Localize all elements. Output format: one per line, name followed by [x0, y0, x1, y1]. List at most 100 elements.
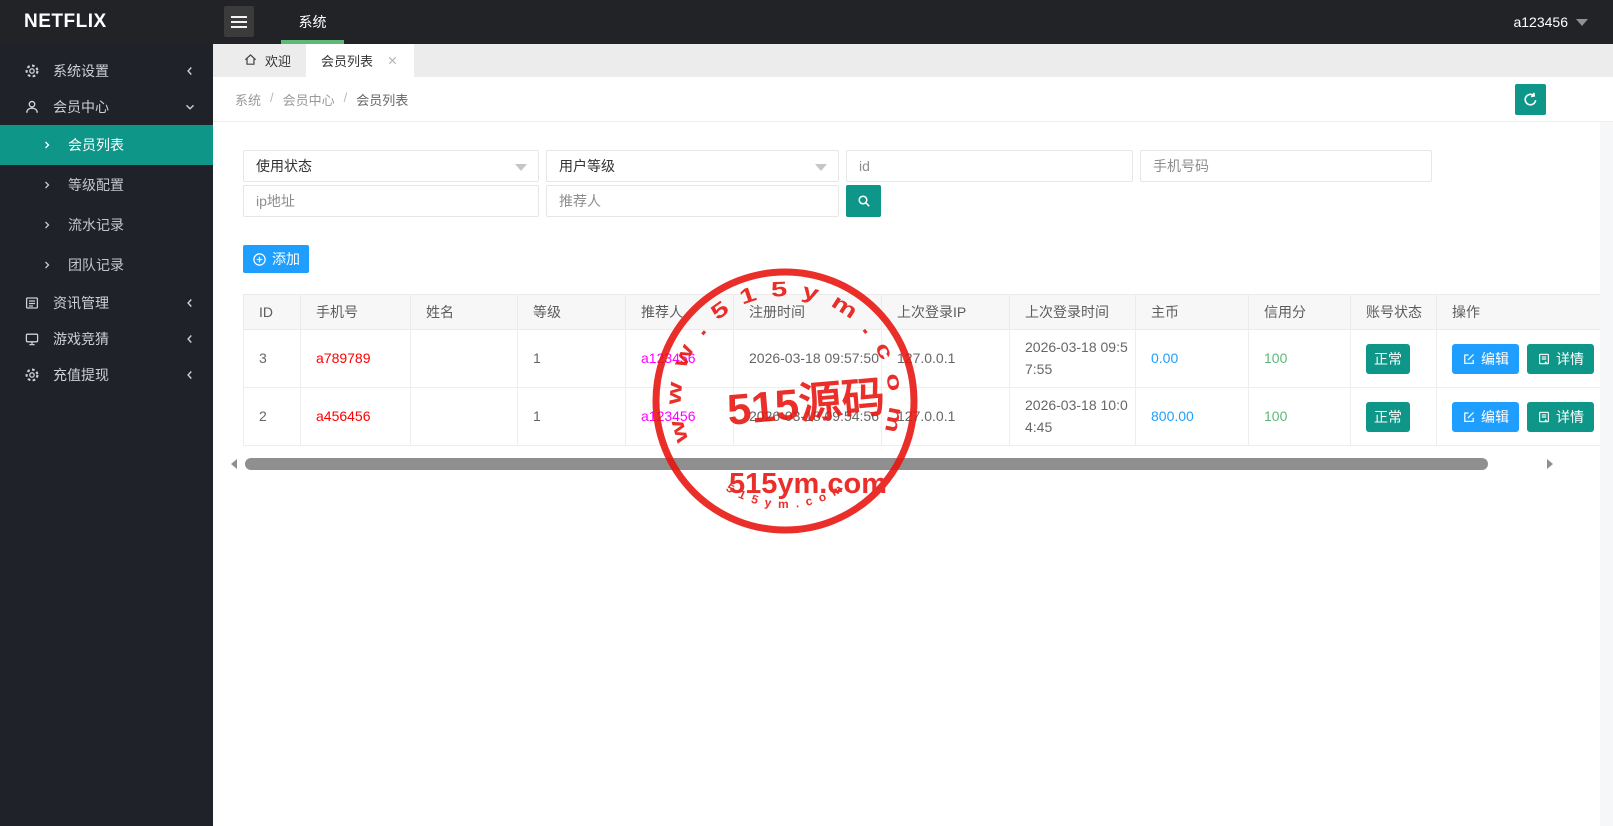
select-value: 使用状态 [256, 158, 312, 174]
sidebar-item-game-betting[interactable]: 游戏竞猜 [0, 321, 213, 357]
app-logo: NETFLIX [24, 11, 107, 32]
tab-bar: 欢迎 会员列表 [213, 44, 1613, 77]
scroll-right-arrow[interactable] [1547, 459, 1553, 469]
cell-referrer: a123456 [625, 387, 734, 446]
right-gutter [1600, 122, 1613, 826]
close-icon[interactable] [386, 54, 399, 67]
column-header-4: 推荐人 [625, 294, 734, 330]
cell-last_time: 2026-03-18 10:04:45 [1009, 387, 1136, 446]
tab-label: 会员列表 [321, 54, 374, 69]
hamburger-menu-button[interactable] [224, 6, 254, 37]
detail-button[interactable]: 详情 [1527, 401, 1594, 432]
cell-level: 1 [517, 387, 626, 446]
tab-welcome[interactable]: 欢迎 [228, 44, 306, 77]
monitor-icon [24, 331, 40, 347]
sidebar-item-flow-records[interactable]: 流水记录 [0, 205, 213, 245]
sidebar-item-member-list[interactable]: 会员列表 [0, 125, 213, 165]
scrollbar-thumb[interactable] [245, 458, 1488, 470]
user-menu[interactable]: a123456 [1513, 0, 1588, 44]
cell-coin: 800.00 [1135, 387, 1249, 446]
sidebar: 系统设置会员中心会员列表等级配置流水记录团队记录资讯管理游戏竞猜充值提现 [0, 44, 213, 826]
topnav-item-system[interactable]: 系统 [281, 0, 344, 44]
breadcrumb-item-current: 会员列表 [356, 92, 409, 108]
cell-status: 正常 [1350, 329, 1437, 388]
column-header-3: 等级 [517, 294, 626, 330]
sidebar-subitem-label: 团队记录 [68, 257, 124, 273]
sidebar-item-member-center[interactable]: 会员中心 [0, 89, 213, 125]
cell-name [410, 329, 518, 388]
breadcrumb-separator: / [270, 89, 274, 105]
sidebar-item-label: 系统设置 [53, 63, 109, 79]
chevron-left-icon [183, 296, 197, 313]
chevron-right-icon [41, 179, 53, 191]
column-header-8: 主币 [1135, 294, 1249, 330]
sidebar-item-label: 游戏竞猜 [53, 331, 109, 347]
cell-credit: 100 [1248, 329, 1351, 388]
add-button[interactable]: 添加 [243, 245, 309, 273]
column-header-5: 注册时间 [733, 294, 882, 330]
tab-member-list[interactable]: 会员列表 [306, 44, 415, 77]
cell-name [410, 387, 518, 446]
active-nav-underline [281, 40, 344, 44]
edit-button[interactable]: 编辑 [1452, 401, 1519, 432]
sidebar-item-system-settings[interactable]: 系统设置 [0, 53, 213, 89]
edit-square-icon [1462, 352, 1476, 366]
column-header-2: 姓名 [410, 294, 518, 330]
ip-input[interactable] [243, 185, 539, 217]
member-table: ID 手机号 姓名 等级 推荐人 注册时间 上次登录IP 上次登录时间 主币 信用分 账号状态 操作 3… [243, 294, 1600, 446]
refresh-icon [1522, 91, 1539, 108]
table-row: 3 a789789 1 a123456 2026-03-18 09:57:50 127.0… [243, 329, 1600, 388]
status-badge[interactable]: 正常 [1366, 343, 1410, 374]
scroll-left-arrow[interactable] [231, 459, 237, 469]
chevron-down-icon [183, 100, 197, 117]
magnifier-icon [856, 193, 872, 209]
chevron-left-icon [183, 64, 197, 81]
cell-coin: 0.00 [1135, 329, 1249, 388]
edit-button[interactable]: 编辑 [1452, 343, 1519, 374]
document-icon [1537, 352, 1551, 366]
column-header-1: 手机号 [300, 294, 411, 330]
plus-circle-icon [252, 252, 267, 267]
column-header-7: 上次登录时间 [1009, 294, 1136, 330]
sidebar-item-label: 资讯管理 [53, 295, 109, 311]
breadcrumb-item[interactable]: 会员中心 [283, 90, 335, 109]
home-icon [243, 52, 258, 70]
content-panel: 使用状态 用户等级 添加 [213, 150, 1613, 471]
cell-status: 正常 [1350, 387, 1437, 446]
top-header: NETFLIX 系统 a123456 [0, 0, 1613, 44]
search-button[interactable] [846, 185, 881, 217]
id-input[interactable] [846, 150, 1133, 182]
chevron-right-icon [41, 259, 53, 271]
phone-input[interactable] [1140, 150, 1432, 182]
breadcrumb-item[interactable]: 系统 [235, 90, 261, 109]
status-select[interactable]: 使用状态 [243, 150, 539, 182]
status-badge[interactable]: 正常 [1366, 401, 1410, 432]
topnav-label: 系统 [298, 14, 327, 30]
column-header-11: 操作 [1436, 294, 1600, 330]
refresh-button[interactable] [1515, 84, 1546, 115]
cell-reg_time: 2026-03-18 09:54:56 [733, 387, 882, 446]
chevron-left-icon [183, 332, 197, 349]
sidebar-item-recharge-withdraw[interactable]: 充值提现 [0, 357, 213, 393]
select-value: 用户等级 [559, 158, 615, 174]
sidebar-subitem-label: 会员列表 [68, 137, 124, 153]
username: a123456 [1513, 14, 1568, 30]
cell-actions: 编辑 详情 [1436, 387, 1600, 446]
main-area: 欢迎 会员列表 系统 / 会员中心 / 会员列表 使用状态 用户等级 id 手机… [213, 44, 1613, 826]
caret-down-icon [815, 164, 827, 171]
sidebar-item-news-management[interactable]: 资讯管理 [0, 285, 213, 321]
cell-id: 2 [243, 387, 301, 446]
column-header-10: 账号状态 [1350, 294, 1437, 330]
sidebar-subitem-label: 等级配置 [68, 177, 124, 193]
sidebar-item-level-config[interactable]: 等级配置 [0, 165, 213, 205]
caret-down-icon [515, 164, 527, 171]
breadcrumb-separator: / [343, 89, 348, 105]
cell-referrer: a123456 [625, 329, 734, 388]
column-header-6: 上次登录IP [881, 294, 1010, 330]
sidebar-item-team-records[interactable]: 团队记录 [0, 245, 213, 285]
referrer-input[interactable] [546, 185, 839, 217]
user-icon [24, 99, 40, 115]
cell-reg_time: 2026-03-18 09:57:50 [733, 329, 882, 388]
detail-button[interactable]: 详情 [1527, 343, 1594, 374]
level-select[interactable]: 用户等级 [546, 150, 839, 182]
